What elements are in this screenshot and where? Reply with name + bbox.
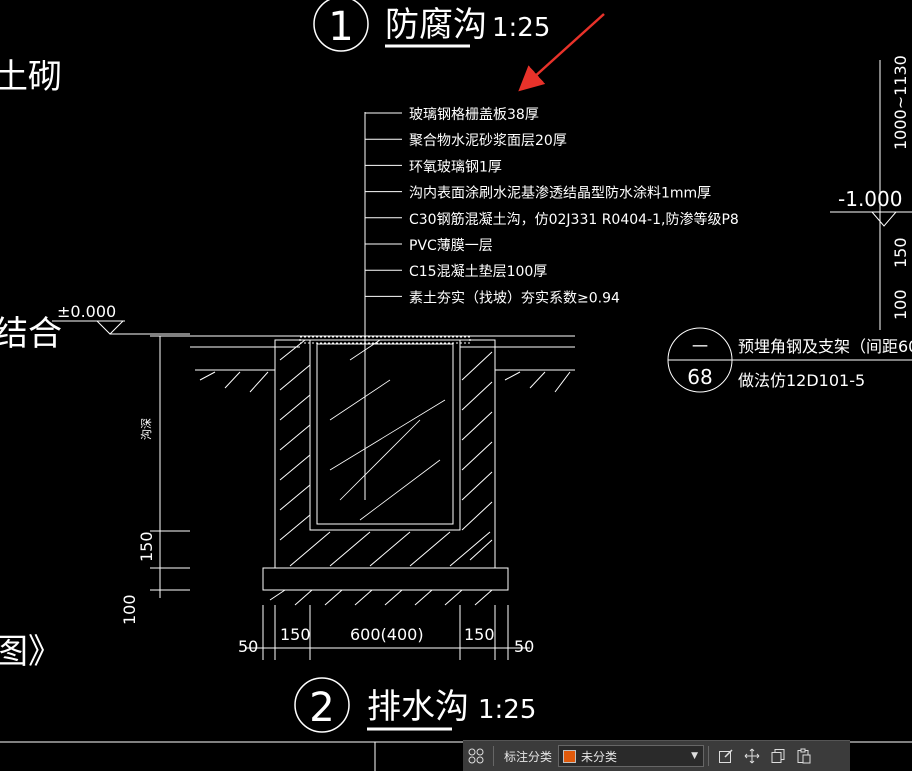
left-dimensions (150, 335, 190, 598)
layer-note-1: 玻璃钢格栅盖板38厚 (409, 106, 539, 123)
grid-icon[interactable] (463, 743, 489, 769)
title1-number: 1 (328, 4, 353, 50)
category-label: 标注分类 (504, 749, 553, 764)
ref-bottom: 68 (687, 365, 712, 389)
right-level-text: -1.000 (838, 187, 902, 211)
dim-slab-label: 150 (137, 531, 156, 562)
chevron-down-icon: ▼ (691, 751, 699, 761)
title1-scale: 1:25 (492, 13, 550, 43)
move-icon[interactable] (739, 743, 765, 769)
layer-note-3: 环氧玻璃钢1厚 (409, 158, 502, 175)
dim-depth-label: 沟深 (140, 418, 153, 440)
copy-icon[interactable] (765, 743, 791, 769)
dim-bottom-3: 600(400) (350, 625, 424, 644)
layer-note-2: 聚合物水泥砂浆面层20厚 (409, 133, 567, 149)
layer-note-8: 素土夯实（找坡）夯实系数≥0.94 (409, 290, 620, 306)
dim-bottom-2: 150 (280, 625, 311, 644)
detail-title-2: 2 排水沟 1:25 (294, 677, 536, 733)
right-dim-top: 1000~1130 (891, 55, 910, 150)
layer-notes: 玻璃钢格栅盖板38厚聚合物水泥砂浆面层20厚环氧玻璃钢1厚沟内表面涂刷水泥基渗透… (364, 106, 739, 500)
title2-scale: 1:25 (478, 695, 536, 725)
left-fragment-mid: 结合 (0, 314, 62, 354)
title2-name: 排水沟 (367, 687, 469, 727)
cad-canvas[interactable]: 1 防腐沟 1:25 土砌 结合 图》 玻璃钢格栅盖板38厚聚合物水泥砂浆面层2… (0, 0, 912, 771)
toolbar-separator (493, 746, 494, 766)
annotation-toolbar: 标注分类 未分类 ▼ (463, 740, 850, 771)
dim-bottom-1: 50 (238, 637, 258, 656)
left-fragment-bottom: 图》 (0, 632, 62, 672)
title1-name: 防腐沟 (385, 5, 487, 45)
ground-level-marker: ±0.000 (52, 302, 190, 335)
layer-note-4: 沟内表面涂刷水泥基渗透结晶型防水涂料1mm厚 (409, 185, 711, 202)
dim-bottom-5: 50 (514, 637, 534, 656)
right-dim-mid: 150 (891, 237, 910, 268)
layer-note-7: C15混凝土垫层100厚 (409, 264, 547, 280)
layer-note-5: C30钢筋混凝土沟，仿02J331 R0404-1,防渗等级P8 (409, 211, 739, 228)
ground-level-text: ±0.000 (57, 302, 116, 321)
edit-icon[interactable] (713, 743, 739, 769)
ref-line1: 预埋角钢及支架（间距600 (738, 337, 912, 356)
dim-bottom-4: 150 (464, 625, 495, 644)
ref-line2: 做法仿12D101-5 (738, 371, 865, 390)
right-dim-bottom: 100 (891, 289, 910, 320)
ref-top: 一 (692, 337, 708, 356)
reference-detail: 一 68 预埋角钢及支架（间距600 做法仿12D101-5 (667, 327, 912, 393)
category-select-value: 未分类 (581, 749, 618, 764)
left-fragment-top: 土砌 (0, 57, 62, 97)
trench-section (190, 335, 575, 606)
category-select[interactable]: 未分类 ▼ (558, 745, 705, 767)
layer-note-6: PVC薄膜一层 (409, 238, 493, 254)
dim-base-label: 100 (120, 594, 139, 625)
paste-icon[interactable] (791, 743, 817, 769)
category-color-swatch (563, 749, 577, 763)
detail-title-1: 1 防腐沟 1:25 (313, 0, 550, 52)
title2-number: 2 (309, 685, 334, 731)
